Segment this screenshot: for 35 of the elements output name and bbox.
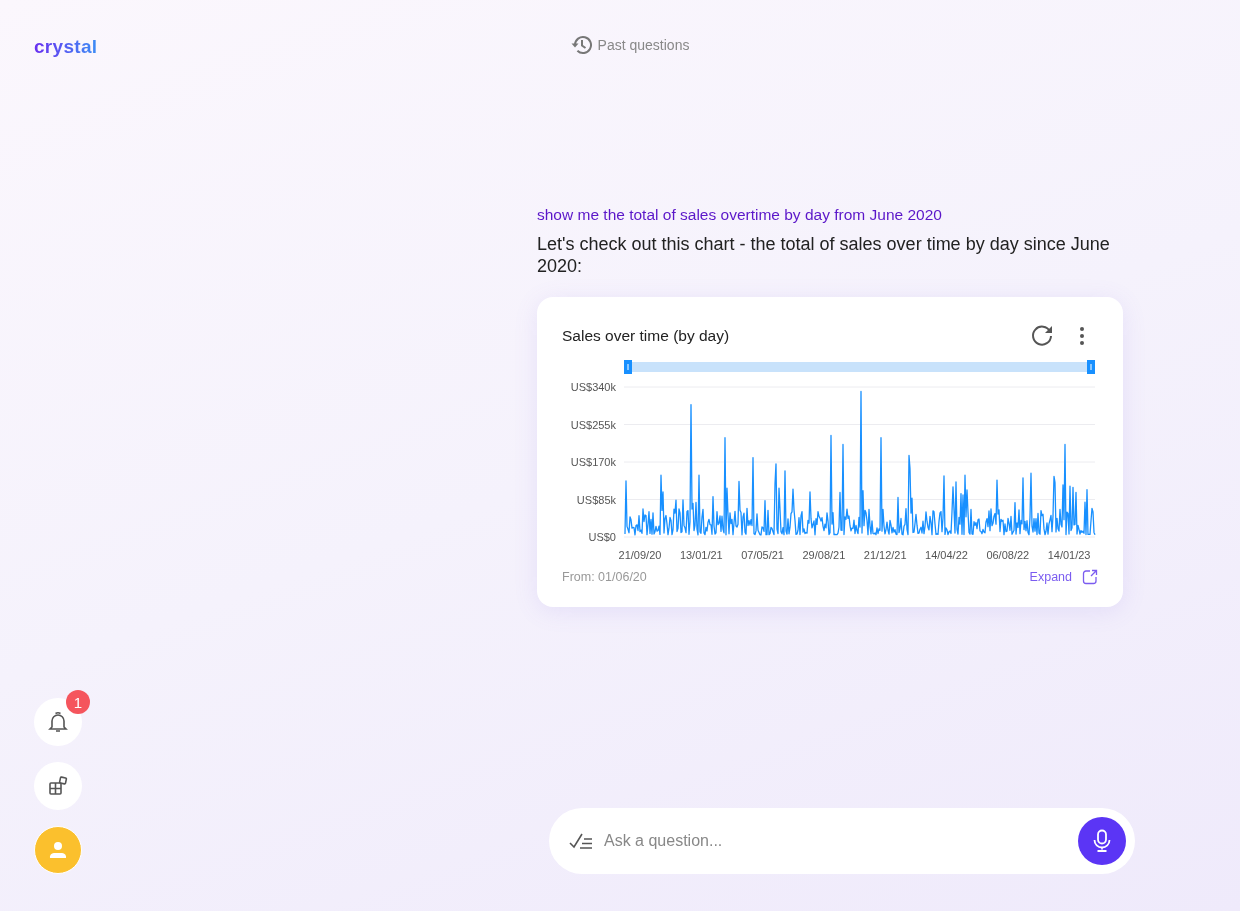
notifications-button[interactable]: [34, 698, 82, 746]
axis-label: US$85k: [576, 493, 616, 506]
checklist-icon: [569, 832, 593, 850]
axis-label: 07/05/21: [741, 549, 784, 561]
past-questions-button[interactable]: Past questions: [570, 34, 690, 56]
notification-badge: 1: [66, 690, 90, 714]
axis-label: 14/04/22: [925, 549, 968, 561]
axis-label: US$255k: [570, 418, 616, 431]
history-icon: [570, 34, 593, 56]
microphone-button[interactable]: [1078, 817, 1126, 865]
question-input[interactable]: Ask a question...: [602, 831, 1078, 851]
axis-label: US$340k: [570, 381, 616, 393]
range-handle[interactable]: [1087, 360, 1095, 374]
apps-button[interactable]: [34, 762, 82, 810]
widgets-icon: [48, 776, 68, 796]
answer-text: Let's check out this chart - the total of sales over time by day since June 2020:: [537, 233, 1111, 277]
user-icon: [48, 840, 68, 860]
axis-label: 29/08/21: [802, 549, 846, 561]
refresh-icon[interactable]: [1029, 323, 1055, 349]
chart-title: Sales over time (by day): [562, 327, 730, 345]
axis-label: US$0: [588, 531, 616, 543]
question-text: show me the total of sales overtime by day from June 2020: [537, 206, 943, 224]
range-handle[interactable]: [624, 360, 632, 374]
axis-label: 14/01/23: [1047, 549, 1091, 561]
bell-icon: [48, 711, 68, 733]
axis-label: US$170k: [570, 456, 616, 468]
external-link-icon: [1082, 569, 1098, 585]
microphone-icon: [1092, 829, 1112, 853]
more-options-icon[interactable]: [1079, 326, 1085, 346]
expand-link[interactable]: Expand: [1029, 569, 1098, 585]
axis-label: 21/09/20: [618, 549, 662, 561]
date-range-text: From: 01/06/20: [562, 570, 647, 584]
axis-label: 21/12/21: [863, 549, 907, 561]
axis-label: 06/08/22: [986, 549, 1030, 561]
axis-label: 13/01/21: [679, 549, 723, 561]
